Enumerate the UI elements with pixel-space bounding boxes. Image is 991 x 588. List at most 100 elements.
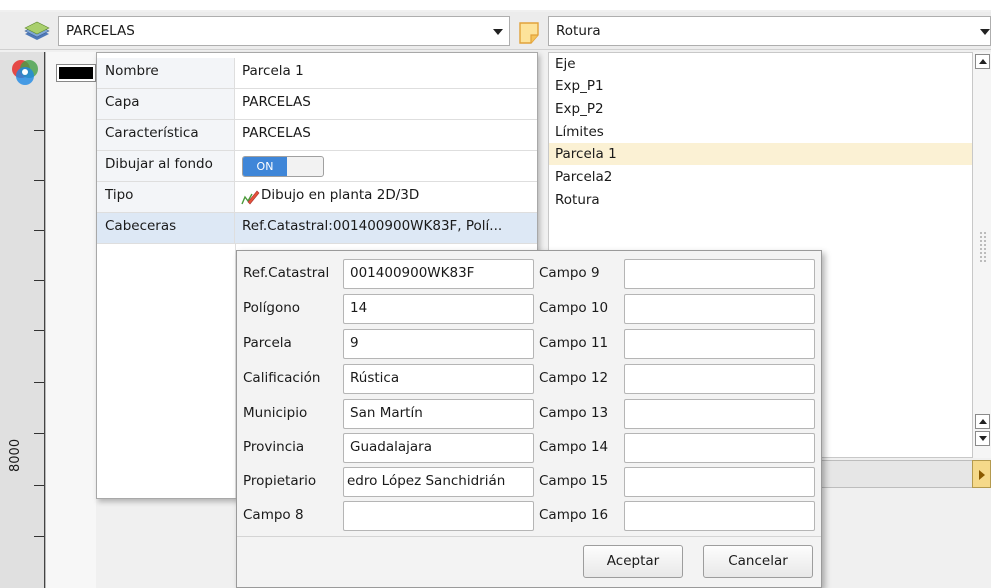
field-input[interactable] — [624, 501, 815, 531]
field-label: Campo 11 — [539, 335, 609, 351]
toggle-on-label: ON — [243, 157, 287, 176]
prop-value: Parcela 1 — [242, 63, 304, 79]
drawing-canvas[interactable] — [46, 52, 96, 588]
field-label: Campo 10 — [539, 300, 609, 316]
field-input[interactable] — [624, 399, 815, 429]
field-label: Campo 8 — [243, 507, 304, 523]
field-label: Campo 14 — [539, 439, 609, 455]
field-row: Parcela 9 Campo 11 — [237, 329, 823, 359]
chevron-down-icon — [980, 29, 990, 35]
divider — [237, 536, 821, 537]
layer-select[interactable]: PARCELAS — [58, 16, 510, 46]
ruler-tick — [34, 330, 44, 331]
field-input[interactable]: edro López Sanchidrián — [343, 467, 534, 497]
field-label: Municipio — [243, 405, 308, 421]
prop-row-headers[interactable]: Cabeceras Ref.Catastral:001400900WK83F, … — [97, 213, 537, 244]
chevron-down-icon — [493, 29, 503, 35]
field-label: Parcela — [243, 335, 292, 351]
list-item[interactable]: Exp_P1 — [555, 76, 604, 96]
list-scrollbar[interactable] — [972, 52, 991, 458]
field-label: Campo 16 — [539, 507, 609, 523]
field-input[interactable] — [624, 294, 815, 324]
list-item[interactable]: Eje — [555, 53, 576, 75]
ruler-tick — [34, 130, 44, 131]
accept-button[interactable]: Aceptar — [583, 545, 683, 578]
scroll-grip[interactable] — [980, 232, 986, 262]
ruler-tick — [34, 382, 44, 383]
field-input[interactable] — [343, 501, 534, 531]
prop-row-name[interactable]: Nombre Parcela 1 — [97, 58, 537, 89]
cancel-button[interactable]: Cancelar — [703, 545, 813, 578]
list-footer — [820, 460, 972, 488]
toolbar: PARCELAS Rotura — [0, 12, 991, 50]
field-row: Provincia Guadalajara Campo 14 — [237, 433, 823, 463]
field-row: Ref.Catastral 001400900WK83F Campo 9 — [237, 259, 823, 289]
ruler-label: 8000 — [8, 438, 23, 472]
feature-select[interactable]: Rotura — [548, 16, 991, 46]
field-input[interactable]: 001400900WK83F — [343, 259, 534, 289]
scroll-down-button[interactable] — [975, 431, 990, 446]
note-icon[interactable] — [516, 20, 544, 46]
top-edge — [0, 0, 991, 10]
ruler-tick — [34, 230, 44, 231]
scroll-up-button[interactable] — [975, 54, 990, 69]
field-label: Polígono — [243, 300, 301, 316]
field-label: Propietario — [243, 473, 317, 489]
ruler-tick — [34, 280, 44, 281]
field-input[interactable]: 14 — [343, 294, 534, 324]
field-row: Municipio San Martín Campo 13 — [237, 399, 823, 429]
scroll-up-button[interactable] — [975, 414, 990, 429]
prop-key: Capa — [97, 89, 235, 119]
headers-dialog: Ref.Catastral 001400900WK83F Campo 9 Pol… — [236, 250, 822, 588]
prop-key: Nombre — [97, 58, 235, 88]
field-label: Ref.Catastral — [243, 265, 330, 281]
field-label: Provincia — [243, 439, 305, 455]
prop-row-layer[interactable]: Capa PARCELAS — [97, 89, 537, 120]
prop-key-column — [97, 244, 236, 498]
arrow-up-icon — [979, 419, 987, 424]
color-wheel-icon[interactable] — [10, 58, 40, 88]
pencil-icon — [240, 188, 260, 206]
list-item[interactable]: Parcela2 — [555, 166, 612, 188]
prop-row-type[interactable]: Tipo Dibujo en planta 2D/3D — [97, 182, 537, 213]
prop-key: Cabeceras — [97, 213, 235, 243]
prop-value: Ref.Catastral:001400900WK83F, Polí... — [242, 218, 503, 234]
field-row: Propietario edro López Sanchidrián Campo… — [237, 467, 823, 497]
field-label: Campo 9 — [539, 265, 600, 281]
field-input[interactable] — [624, 364, 815, 394]
field-input[interactable] — [624, 329, 815, 359]
layer-select-value: PARCELAS — [66, 23, 135, 39]
ruler-tick — [34, 180, 44, 181]
field-row: Polígono 14 Campo 10 — [237, 294, 823, 324]
list-item[interactable]: Exp_P2 — [555, 98, 604, 120]
prop-row-feature[interactable]: Característica PARCELAS — [97, 120, 537, 151]
layers-icon[interactable] — [22, 21, 52, 41]
field-input[interactable]: Rústica — [343, 364, 534, 394]
ruler-tick — [34, 433, 44, 434]
field-input[interactable] — [624, 259, 815, 289]
vertical-ruler: 8000 — [0, 52, 46, 588]
play-icon — [979, 470, 985, 480]
prop-key: Característica — [97, 120, 235, 150]
field-input[interactable]: San Martín — [343, 399, 534, 429]
arrow-up-icon — [979, 59, 987, 64]
prop-value: PARCELAS — [242, 94, 311, 110]
field-input[interactable]: Guadalajara — [343, 433, 534, 463]
list-item[interactable]: Límites — [555, 121, 604, 143]
list-item[interactable]: Rotura — [555, 189, 600, 211]
prop-row-draw-background[interactable]: Dibujar al fondo ON — [97, 151, 537, 182]
field-row: Calificación Rústica Campo 12 — [237, 364, 823, 394]
ruler-tick — [34, 485, 44, 486]
color-swatch[interactable] — [56, 64, 96, 82]
field-input[interactable] — [624, 433, 815, 463]
field-input[interactable]: 9 — [343, 329, 534, 359]
list-item-selected[interactable]: Parcela 1 — [555, 143, 617, 165]
draw-background-toggle[interactable]: ON — [242, 156, 324, 177]
expand-button[interactable] — [972, 460, 991, 488]
field-input[interactable] — [624, 467, 815, 497]
field-label: Campo 12 — [539, 370, 609, 386]
field-label: Calificación — [243, 370, 321, 386]
field-label: Campo 13 — [539, 405, 609, 421]
prop-value: PARCELAS — [242, 125, 311, 141]
arrow-down-icon — [979, 436, 987, 441]
